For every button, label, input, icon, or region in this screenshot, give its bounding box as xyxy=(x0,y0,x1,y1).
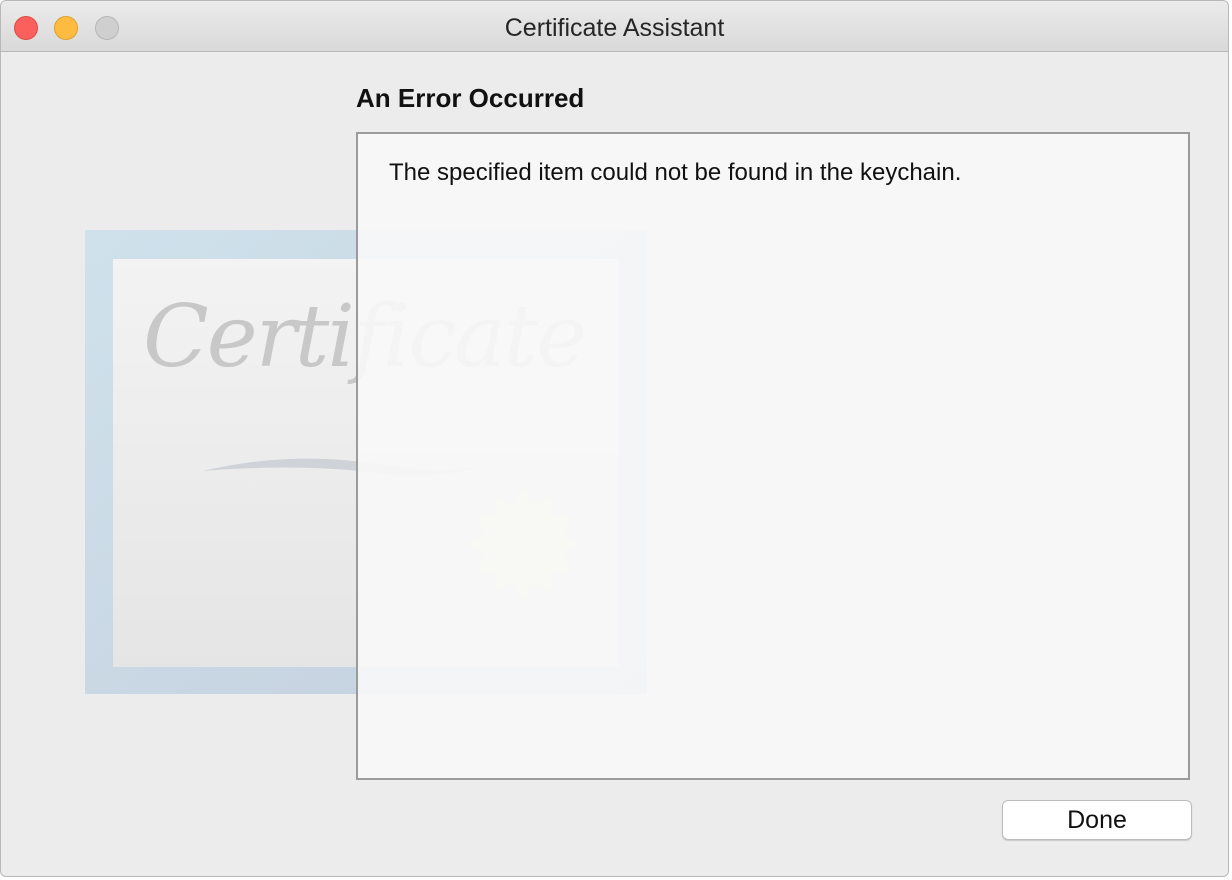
message-panel: The specified item could not be found in… xyxy=(356,132,1190,780)
certificate-assistant-window: Certificate Assistant An Error Occurred … xyxy=(0,0,1229,877)
done-button[interactable]: Done xyxy=(1002,800,1192,840)
error-message: The specified item could not be found in… xyxy=(389,159,962,186)
window-title: Certificate Assistant xyxy=(504,14,725,42)
page-title: An Error Occurred xyxy=(356,83,585,113)
title-bar: Certificate Assistant xyxy=(1,1,1228,52)
